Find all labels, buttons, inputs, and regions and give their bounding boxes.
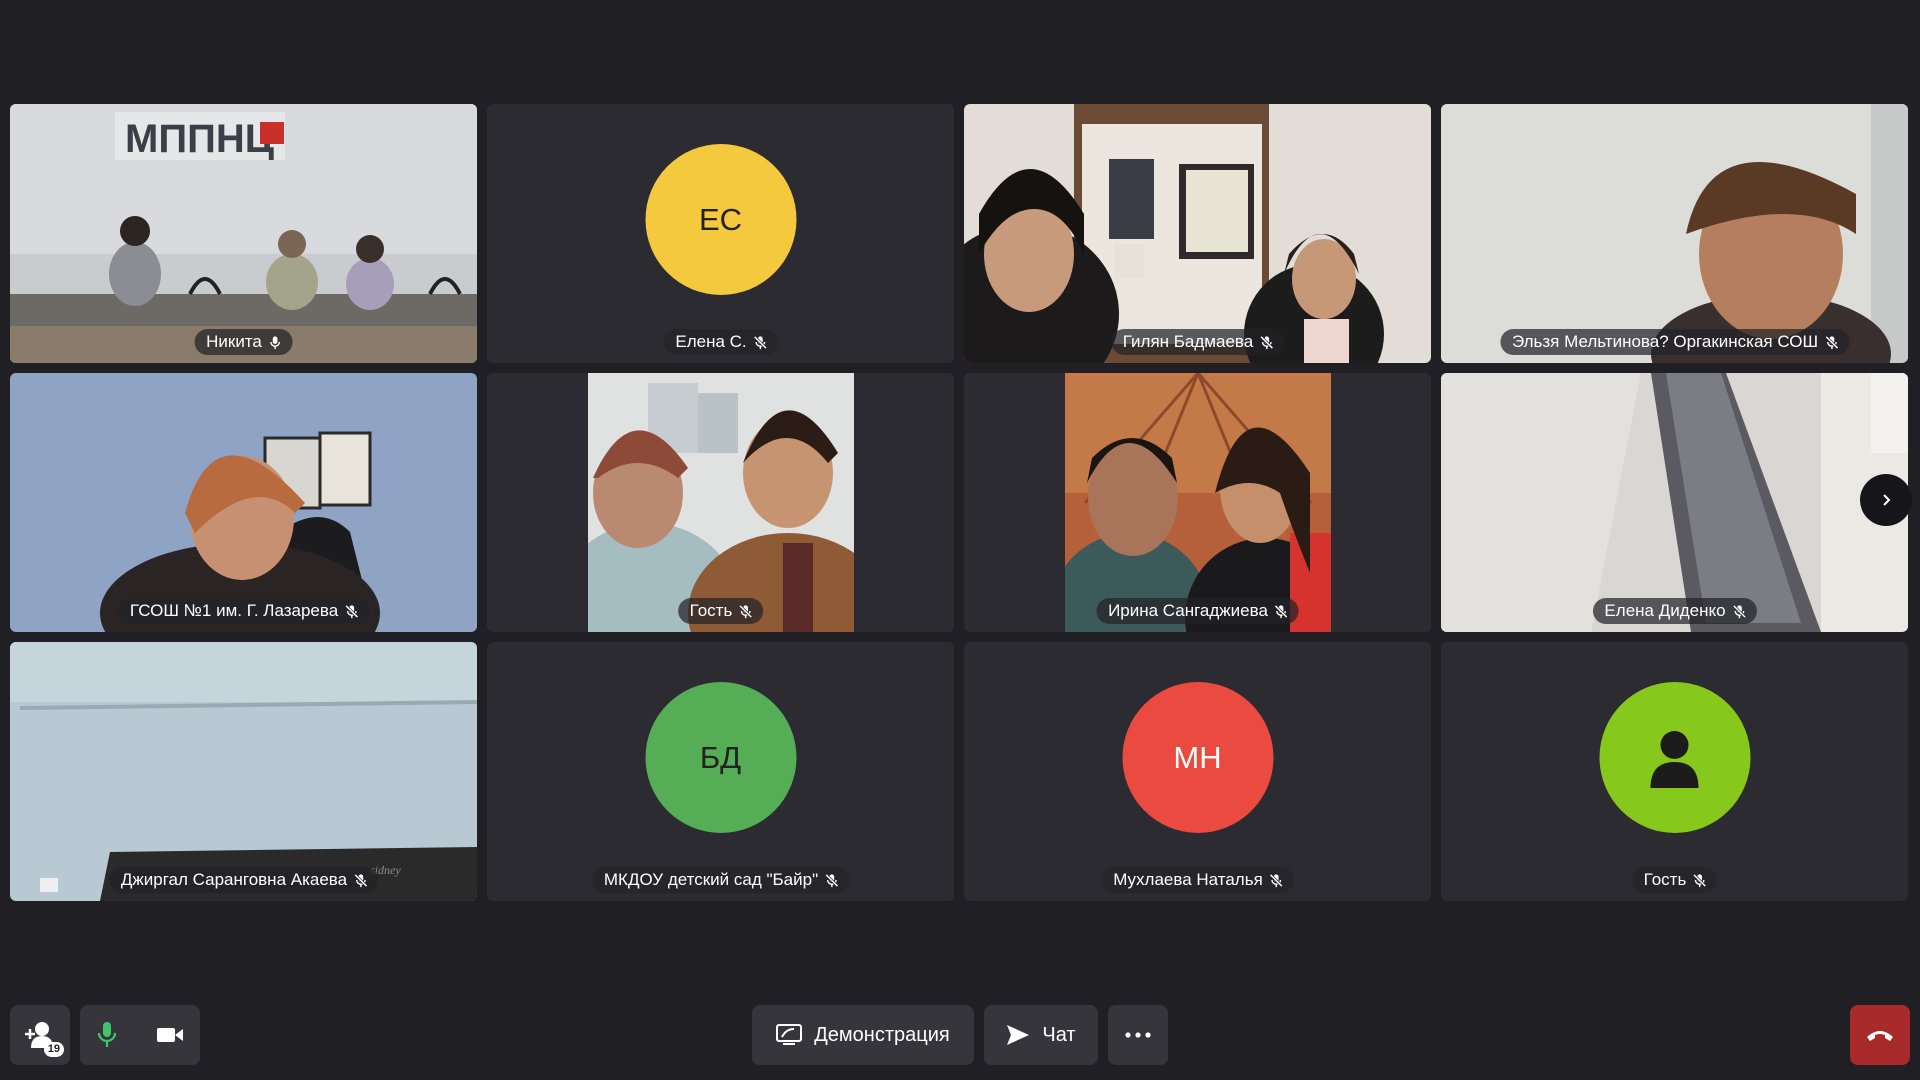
video-feed <box>1064 373 1331 632</box>
participant-tile[interactable]: МН Мухлаева Наталья <box>964 642 1431 901</box>
participants-button[interactable]: 19 <box>10 1005 70 1065</box>
participant-tile[interactable]: Гость <box>487 373 954 632</box>
participant-tile[interactable]: Эльзя Мельтинова? Оргакинская СОШ <box>1441 104 1908 363</box>
participant-tile[interactable]: sidney Джиргал Саранговна Акаева <box>10 642 477 901</box>
mic-off-icon <box>1274 604 1289 619</box>
avatar: МН <box>1122 682 1273 833</box>
avatar: ЕС <box>645 144 796 295</box>
participant-nametag: Джиргал Саранговна Акаева <box>108 867 379 893</box>
next-page-button[interactable] <box>1860 474 1912 526</box>
mic-off-icon <box>753 335 768 350</box>
video-feed <box>1441 373 1908 632</box>
mic-icon <box>268 335 283 350</box>
send-icon <box>1007 1025 1030 1045</box>
participant-nametag: Елена С. <box>663 329 778 355</box>
participant-tile[interactable]: МППНЦ Никита <box>10 104 477 363</box>
participant-tile[interactable]: Гость <box>1441 642 1908 901</box>
mic-off-icon <box>1732 604 1747 619</box>
participant-nametag: Никита <box>194 329 293 355</box>
participant-nametag: Гость <box>1631 867 1718 893</box>
video-feed <box>1441 104 1908 363</box>
microphone-icon[interactable] <box>96 1021 118 1049</box>
logo-watermark: МППНЦ <box>125 117 274 161</box>
participant-nametag: Гость <box>677 598 764 624</box>
participant-tile[interactable]: Елена Диденко <box>1441 373 1908 632</box>
screen-share-icon <box>776 1024 803 1045</box>
mic-off-icon <box>824 873 839 888</box>
mic-off-icon <box>1824 335 1839 350</box>
chat-button[interactable]: Чат <box>984 1005 1098 1065</box>
mic-off-icon <box>353 873 368 888</box>
phone-hangup-icon <box>1867 1031 1893 1041</box>
mic-off-icon <box>1259 335 1274 350</box>
participant-nametag: Ирина Сангаджиева <box>1096 598 1299 624</box>
hang-up-button[interactable] <box>1850 1005 1910 1065</box>
avatar: БД <box>645 682 796 833</box>
screen-share-button[interactable]: Демонстрация <box>752 1005 974 1065</box>
avatar <box>1599 682 1750 833</box>
mic-off-icon <box>344 604 359 619</box>
participant-tile[interactable]: Ирина Сангаджиева <box>964 373 1431 632</box>
participant-nametag: ГСОШ №1 им. Г. Лазарева <box>117 598 370 624</box>
participant-tile[interactable]: ЕС Елена С. <box>487 104 954 363</box>
participant-nametag: Эльзя Мельтинова? Оргакинская СОШ <box>1499 329 1850 355</box>
more-options-button[interactable] <box>1108 1005 1168 1065</box>
mic-off-icon <box>1269 873 1284 888</box>
participant-tile[interactable]: Гилян Бадмаева <box>964 104 1431 363</box>
video-feed <box>587 373 854 632</box>
participant-tile[interactable]: ГСОШ №1 им. Г. Лазарева <box>10 373 477 632</box>
camera-icon[interactable] <box>156 1025 184 1045</box>
chevron-right-icon <box>1883 494 1891 506</box>
video-feed <box>964 104 1431 363</box>
person-icon <box>1650 730 1699 788</box>
participant-tile[interactable]: БД МКДОУ детский сад "Байр" <box>487 642 954 901</box>
video-feed <box>10 373 477 632</box>
participants-count-badge: 19 <box>43 1042 64 1057</box>
participant-nametag: Гилян Бадмаева <box>1110 329 1285 355</box>
participant-grid: МППНЦ Никита ЕС Елена С. Гилян Бадмаева … <box>10 104 1910 901</box>
more-icon <box>1125 1032 1151 1038</box>
participant-nametag: Елена Диденко <box>1592 598 1757 624</box>
mic-off-icon <box>1692 873 1707 888</box>
media-controls <box>80 1005 200 1065</box>
participant-nametag: Мухлаева Наталья <box>1101 867 1294 893</box>
video-feed: МППНЦ <box>10 104 477 363</box>
participant-nametag: МКДОУ детский сад "Байр" <box>591 867 850 893</box>
mic-off-icon <box>738 604 753 619</box>
video-feed: sidney <box>10 642 477 901</box>
